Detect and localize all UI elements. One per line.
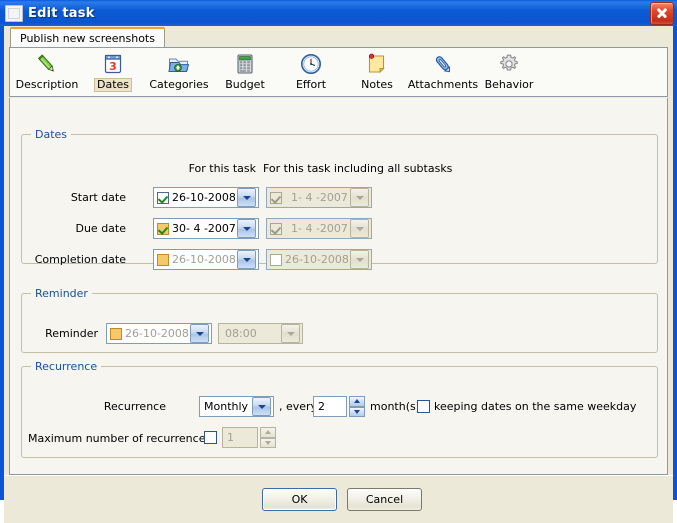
tool-label: Attachments xyxy=(406,78,480,91)
client-area: Publish new screenshots xyxy=(4,26,673,496)
gear-icon xyxy=(496,51,522,77)
dialog-button-bar: OK Cancel xyxy=(4,475,673,523)
due-date-task-field[interactable]: 30- 4 -2007 xyxy=(153,218,259,239)
category-toolbar: Description 3 Dates xyxy=(9,47,668,97)
dialog-window: Edit task Publish new screenshots xyxy=(0,0,677,500)
reminder-time-value: 08:00 xyxy=(219,327,281,340)
max-recurrences-stepper: 1 xyxy=(222,427,276,448)
column-header-for-this-task-including-subtasks: For this task including all subtasks xyxy=(263,162,452,175)
tool-effort[interactable]: Effort xyxy=(278,48,344,96)
tool-description[interactable]: Description xyxy=(14,48,80,96)
recurrence-group-title: Recurrence xyxy=(31,360,101,373)
start-date-task-value: 26-10-2008 xyxy=(169,191,237,204)
max-recurrences-spin-buttons xyxy=(260,427,276,448)
max-recurrences-checkbox[interactable] xyxy=(204,431,217,444)
tool-label: Categories xyxy=(147,78,210,91)
due-date-task-checkbox[interactable] xyxy=(157,223,169,235)
spinner-down-icon xyxy=(260,438,276,449)
tool-label: Description xyxy=(14,78,81,91)
tool-label: Behavior xyxy=(483,78,536,91)
tool-label: Dates xyxy=(94,78,132,92)
paperclip-icon xyxy=(430,51,456,77)
label-recurrence: Recurrence xyxy=(66,400,166,413)
completion-date-subtasks-checkbox xyxy=(270,254,282,266)
svg-text:3: 3 xyxy=(109,60,117,73)
clock-icon xyxy=(298,51,324,77)
calendar-icon: 3 xyxy=(100,51,126,77)
spinner-up-icon[interactable] xyxy=(349,396,365,407)
dates-group-title: Dates xyxy=(31,128,71,141)
recurrence-mode-select[interactable]: Monthly xyxy=(199,396,274,417)
label-every: , every xyxy=(279,400,317,413)
title-bar: Edit task xyxy=(0,0,677,26)
spinner-up-icon xyxy=(260,427,276,438)
start-date-subtasks-value: 1- 4 -2007 xyxy=(282,191,350,204)
label-keep-weekday: keeping dates on the same weekday xyxy=(434,400,636,413)
start-date-task-field[interactable]: 26-10-2008 xyxy=(153,187,259,208)
completion-date-task-field[interactable]: 26-10-2008 xyxy=(153,249,259,270)
recurrence-mode-value: Monthly xyxy=(200,400,252,413)
tool-dates[interactable]: 3 Dates xyxy=(80,48,146,96)
chevron-down-icon[interactable] xyxy=(237,250,256,269)
window-edge-right xyxy=(673,0,677,500)
label-due-date: Due date xyxy=(36,222,126,235)
due-date-subtasks-checkbox xyxy=(270,223,282,235)
label-max-recurrences: Maximum number of recurrences xyxy=(28,432,190,445)
tab-label: Publish new screenshots xyxy=(20,32,155,45)
reminder-date-value: 26-10-2008 xyxy=(122,327,190,340)
label-completion-date: Completion date xyxy=(26,253,126,266)
task-document-icon xyxy=(5,5,23,22)
start-date-task-checkbox[interactable] xyxy=(157,192,169,204)
tool-budget[interactable]: Budget xyxy=(212,48,278,96)
chevron-down-icon[interactable] xyxy=(190,324,209,343)
calculator-icon xyxy=(232,51,258,77)
chevron-down-icon[interactable] xyxy=(237,188,256,207)
chevron-down-icon[interactable] xyxy=(237,219,256,238)
tool-categories[interactable]: Categories xyxy=(146,48,212,96)
reminder-time-field: 08:00 xyxy=(218,323,303,344)
tab-strip: Publish new screenshots xyxy=(4,26,673,48)
due-date-task-value: 30- 4 -2007 xyxy=(169,222,237,235)
tool-behavior[interactable]: Behavior xyxy=(476,48,542,96)
due-date-subtasks-value: 1- 4 -2007 xyxy=(282,222,350,235)
max-recurrences-value: 1 xyxy=(222,427,258,448)
completion-date-task-value: 26-10-2008 xyxy=(169,253,237,266)
chevron-down-icon xyxy=(350,250,369,269)
dates-page-panel: Dates For this task For this task includ… xyxy=(9,98,668,475)
completion-date-task-checkbox[interactable] xyxy=(157,254,169,266)
folder-icon xyxy=(166,51,192,77)
note-icon xyxy=(364,51,390,77)
tool-label: Notes xyxy=(359,78,395,91)
label-months: month(s), xyxy=(370,400,424,413)
chevron-down-icon[interactable] xyxy=(252,397,271,416)
chevron-down-icon xyxy=(350,219,369,238)
column-header-for-this-task: For this task xyxy=(158,162,256,175)
completion-date-subtasks-field: 26-10-2008 xyxy=(266,249,372,270)
pencil-icon xyxy=(34,51,60,77)
completion-date-subtasks-value: 26-10-2008 xyxy=(282,253,350,266)
chevron-down-icon xyxy=(350,188,369,207)
tab-publish-new-screenshots[interactable]: Publish new screenshots xyxy=(10,27,165,48)
start-date-subtasks-checkbox xyxy=(270,192,282,204)
spinner-down-icon[interactable] xyxy=(349,407,365,418)
recurrence-interval-stepper[interactable]: 2 xyxy=(313,396,365,417)
start-date-subtasks-field: 1- 4 -2007 xyxy=(266,187,372,208)
keep-weekday-checkbox[interactable] xyxy=(417,400,430,413)
tool-label: Effort xyxy=(294,78,328,91)
due-date-subtasks-field: 1- 4 -2007 xyxy=(266,218,372,239)
reminder-group-title: Reminder xyxy=(31,287,92,300)
label-reminder: Reminder xyxy=(36,327,98,340)
window-title: Edit task xyxy=(28,6,95,21)
tool-notes[interactable]: Notes xyxy=(344,48,410,96)
reminder-date-field[interactable]: 26-10-2008 xyxy=(106,323,212,344)
recurrence-interval-value[interactable]: 2 xyxy=(313,396,347,417)
tool-attachments[interactable]: Attachments xyxy=(410,48,476,96)
reminder-checkbox[interactable] xyxy=(110,328,122,340)
chevron-down-icon xyxy=(281,324,300,343)
tool-label: Budget xyxy=(223,78,267,91)
close-icon[interactable] xyxy=(650,2,674,25)
label-start-date: Start date xyxy=(36,191,126,204)
recurrence-interval-spin-buttons[interactable] xyxy=(349,396,365,417)
